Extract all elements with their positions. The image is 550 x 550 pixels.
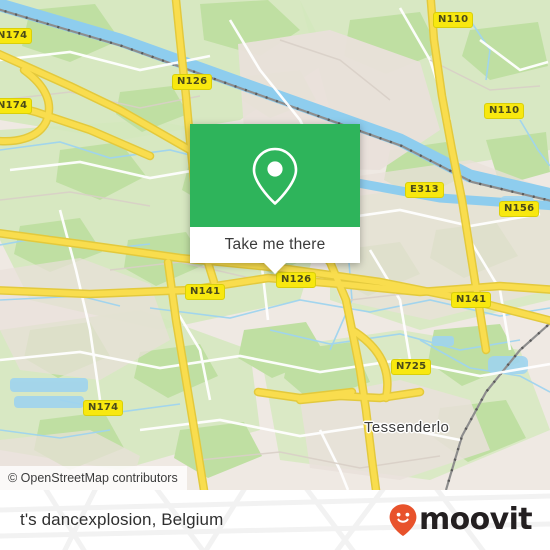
road-shield: E313 [405,182,444,198]
page-title: t's dancexplosion, Belgium [20,510,224,529]
road-shield: N141 [185,284,226,300]
road-shield: N126 [172,74,213,90]
place-label-tessenderlo: Tessenderlo [364,419,450,436]
moovit-smiley-pin-icon [389,504,417,536]
callout-pointer-tail [264,263,286,274]
callout-header [190,124,360,227]
road-shield: N126 [276,272,317,288]
map-canvas[interactable]: N174 N174 N126 N110 N110 E313 N156 N126 … [0,0,550,490]
road-shield: N110 [484,103,525,119]
road-shield: N174 [83,400,124,416]
road-shield: N110 [433,12,474,28]
osm-attribution: © OpenStreetMap contributors [0,466,187,490]
road-shield: N174 [0,28,33,44]
callout-footer[interactable]: Take me there [190,227,360,263]
moovit-map-screenshot: N174 N174 N126 N110 N110 E313 N156 N126 … [0,0,550,550]
attribution-text: © OpenStreetMap contributors [8,471,178,485]
road-shield: N156 [499,201,540,217]
road-shield: N174 [0,98,33,114]
road-shield: N141 [451,292,492,308]
moovit-wordmark: moovit [418,502,533,537]
moovit-logo[interactable]: moovit [388,502,533,537]
location-callout-card[interactable]: Take me there [190,124,360,274]
road-shield: N725 [391,359,432,375]
take-me-there-label: Take me there [224,236,326,253]
footer-bar: t's dancexplosion, Belgium moovit [0,490,550,550]
map-pin-icon [252,147,298,205]
